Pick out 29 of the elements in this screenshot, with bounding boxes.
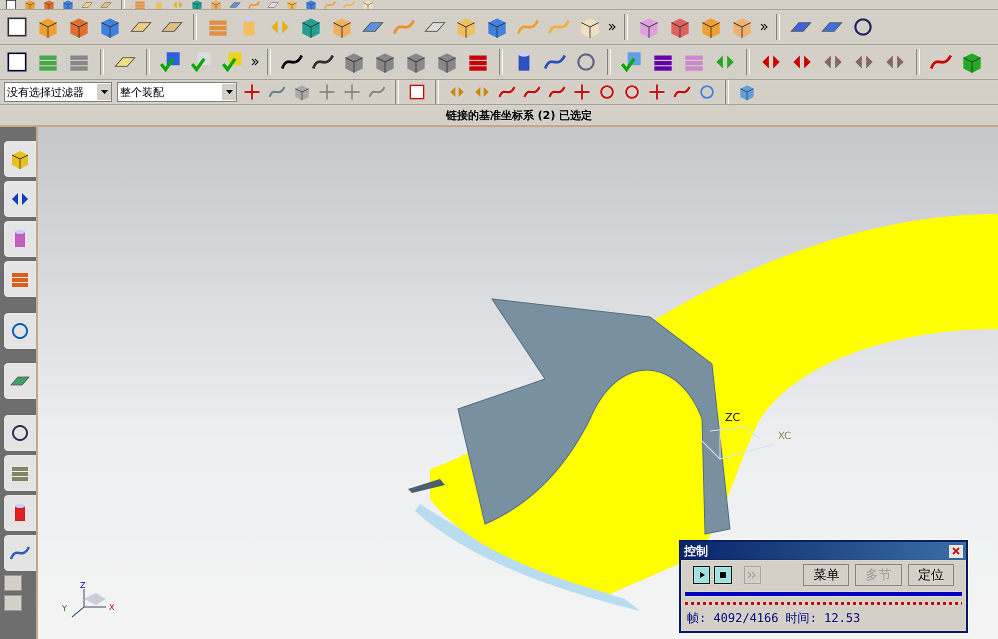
chevron-icon[interactable]: [251, 57, 259, 67]
stop-button[interactable]: [714, 566, 732, 584]
play-button[interactable]: [693, 566, 710, 584]
axis-label: Y: [62, 604, 67, 613]
triad-icon: [72, 588, 106, 618]
stop-icon[interactable]: [718, 570, 728, 580]
status-message: 链接的基准坐标系 (2) 已选定: [444, 108, 592, 122]
crosshair-icon[interactable]: [242, 82, 262, 102]
axis-label: ZC: [725, 411, 740, 424]
axis-label: Z: [80, 581, 86, 590]
close-icon[interactable]: [952, 547, 960, 555]
crosshair-icon[interactable]: [572, 82, 592, 102]
dialog-title: 控制: [684, 542, 708, 560]
axis-label: X: [109, 603, 114, 612]
crosshair-icon[interactable]: [342, 82, 362, 102]
close-button[interactable]: [949, 544, 963, 558]
chevron-icon[interactable]: [760, 22, 768, 32]
crosshair-icon[interactable]: [647, 82, 667, 102]
frame-readout: 帧: 4092/4166 时间: 12.53: [686, 610, 862, 627]
axis-label: XC: [778, 431, 792, 442]
selection-filter-dropdown[interactable]: 没有选择过滤器: [4, 82, 112, 102]
dialog-button[interactable]: 定位: [908, 564, 954, 586]
chevron-icon[interactable]: [608, 22, 616, 32]
caret-icon[interactable]: [100, 90, 108, 94]
assembly-scope-dropdown[interactable]: 整个装配: [117, 82, 237, 102]
crosshair-icon[interactable]: [317, 82, 337, 102]
caret-icon[interactable]: [226, 90, 232, 94]
timeline-track[interactable]: [685, 592, 962, 606]
dialog-button[interactable]: 菜单: [803, 564, 850, 586]
